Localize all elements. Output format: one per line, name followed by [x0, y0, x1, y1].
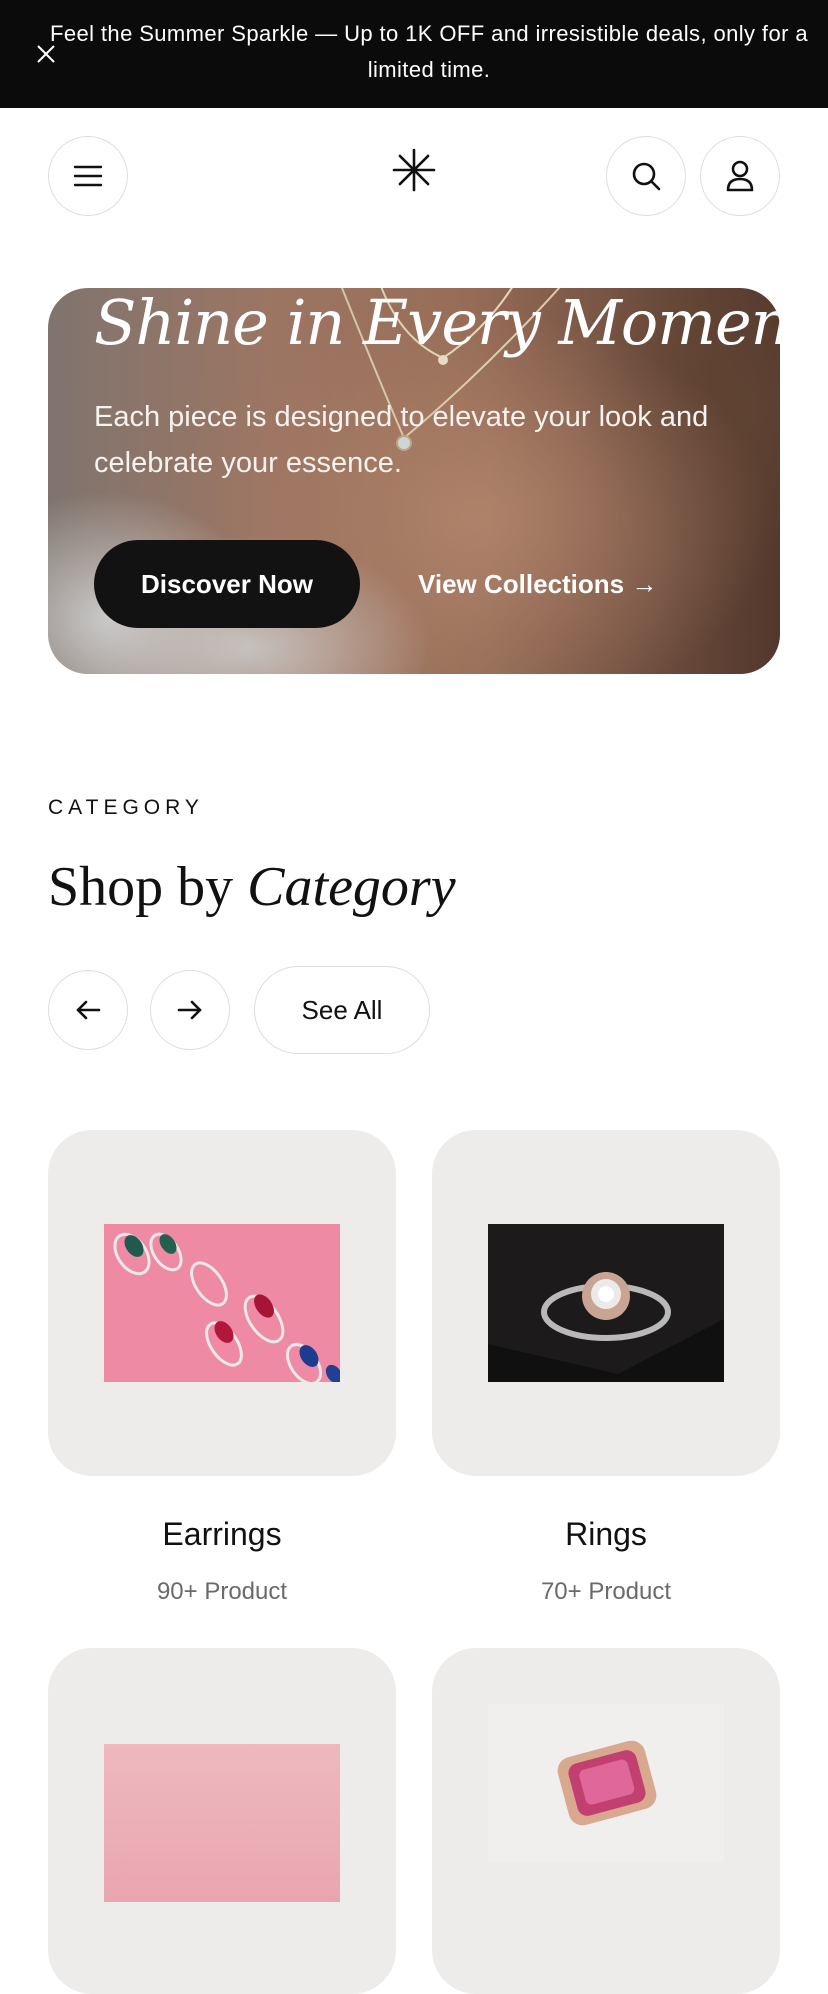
arrow-right-icon	[177, 1000, 202, 1020]
announcement-bar: Feel the Summer Sparkle — Up to 1K OFF a…	[0, 0, 828, 108]
brand-asterisk-icon[interactable]	[392, 148, 436, 192]
see-all-button[interactable]: See All	[254, 966, 430, 1054]
menu-icon	[73, 165, 103, 187]
category-3-image	[104, 1744, 340, 1902]
category-card-3[interactable]	[48, 1648, 396, 1994]
discover-now-button[interactable]: Discover Now	[94, 540, 360, 628]
category-card-rings[interactable]	[432, 1130, 780, 1476]
user-icon	[726, 160, 754, 192]
search-button[interactable]	[606, 136, 686, 216]
rings-image	[488, 1224, 724, 1382]
section-title-plain: Shop by	[48, 856, 234, 918]
category-name-earrings[interactable]: Earrings	[48, 1516, 396, 1553]
hero-subtitle: Each piece is designed to elevate your l…	[94, 401, 709, 479]
category-name-rings[interactable]: Rings	[432, 1516, 780, 1553]
category-count-rings: 70+ Product	[540, 1578, 672, 1605]
hero-title: Shine in Every Moment	[94, 288, 780, 359]
site-header	[0, 108, 828, 248]
section-title-italic: Category	[247, 856, 456, 918]
arrow-left-icon	[76, 1000, 101, 1020]
hero-banner: Shine in Every Moment Each piece is desi…	[48, 288, 780, 674]
account-button[interactable]	[700, 136, 780, 216]
search-icon	[632, 162, 661, 191]
category-card-earrings[interactable]	[48, 1130, 396, 1476]
section-eyebrow: CATEGORY	[48, 796, 204, 819]
view-collections-link[interactable]: View Collections →	[418, 540, 657, 628]
announcement-text: Feel the Summer Sparkle — Up to 1K OFF a…	[50, 21, 808, 82]
category-count-earrings: 90+ Product	[156, 1578, 288, 1605]
section-title: Shop by Category	[48, 852, 456, 922]
carousel-next-button[interactable]	[150, 970, 230, 1050]
menu-button[interactable]	[48, 136, 128, 216]
earrings-image	[104, 1224, 340, 1382]
category-card-4[interactable]	[432, 1648, 780, 1994]
carousel-prev-button[interactable]	[48, 970, 128, 1050]
category-4-image	[488, 1704, 724, 1862]
